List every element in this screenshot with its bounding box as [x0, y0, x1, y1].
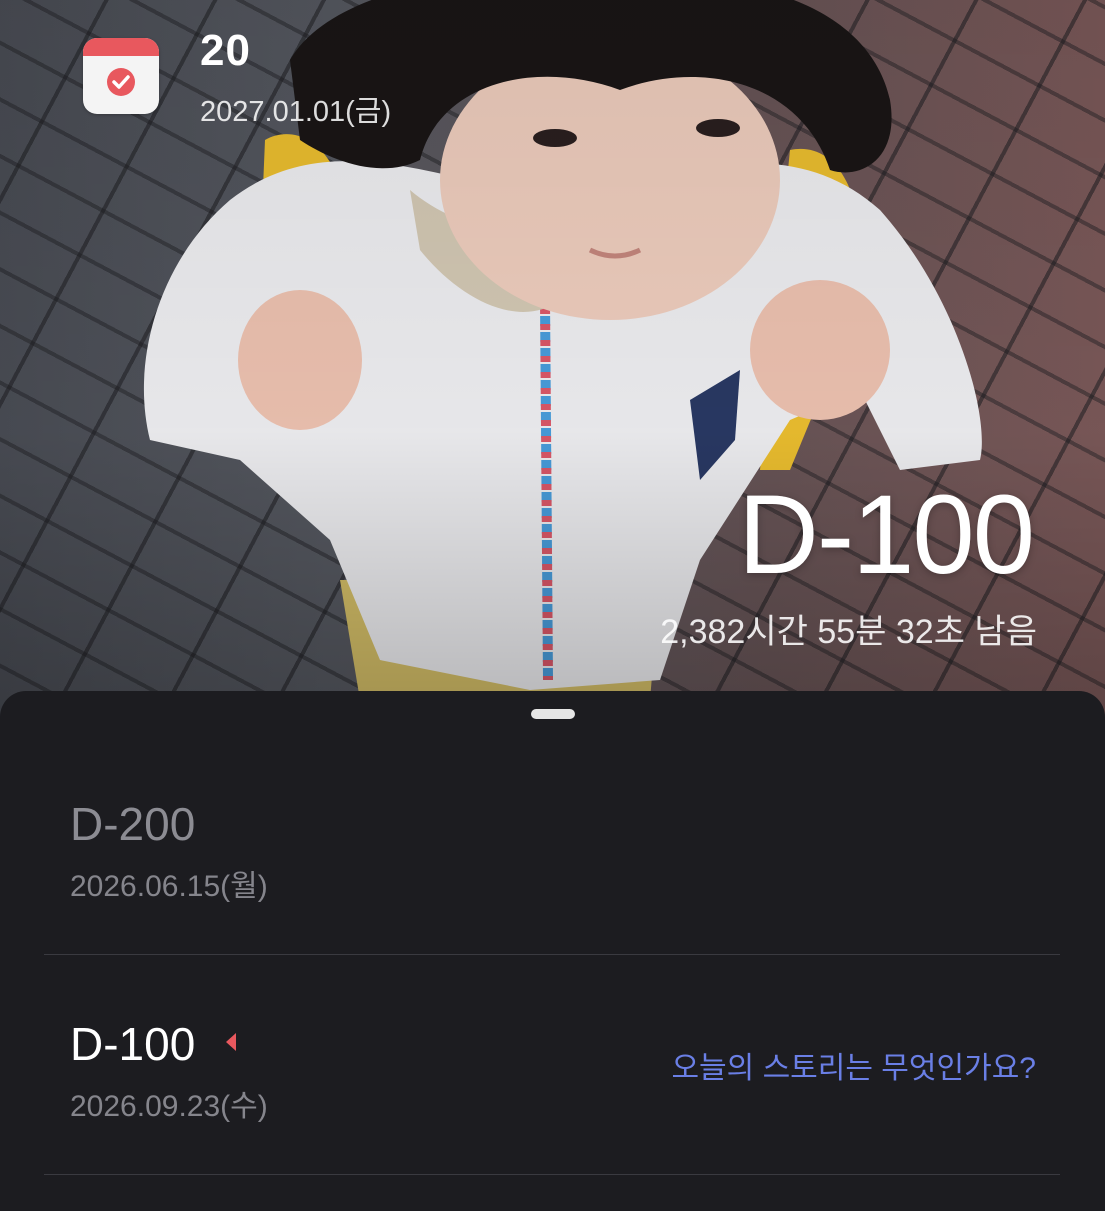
- event-date: 2027.01.01(금): [200, 96, 392, 128]
- list-item[interactable]: D-100 2026.09.23(수) 오늘의 스토리는 무엇인가요?: [44, 955, 1060, 1175]
- hero-photo: 20 2027.01.01(금) D-100 2,382시간 55분 32초 남…: [0, 0, 1105, 720]
- bottom-sheet[interactable]: D-200 2026.06.15(월) D-100 2026.09.23(수) …: [0, 691, 1105, 1211]
- time-remaining: 2,382시간 55분 32초 남음: [660, 613, 1037, 651]
- milestone-date: 2026.09.23(수): [70, 1090, 268, 1123]
- sheet-drag-handle[interactable]: [531, 709, 575, 719]
- milestone-date: 2026.06.15(월): [70, 870, 268, 903]
- event-title: 20: [200, 26, 251, 75]
- dday-counter: D-100: [737, 472, 1035, 597]
- milestone-title: D-100: [70, 1018, 196, 1070]
- milestone-title: D-200: [70, 798, 196, 850]
- divider: [44, 1174, 1060, 1175]
- story-prompt-link[interactable]: 오늘의 스토리는 무엇인가요?: [671, 1043, 1036, 1087]
- caret-left-icon: [226, 1033, 236, 1051]
- calendar-check-icon[interactable]: [83, 38, 159, 114]
- list-item[interactable]: D-200 2026.06.15(월): [44, 735, 1060, 955]
